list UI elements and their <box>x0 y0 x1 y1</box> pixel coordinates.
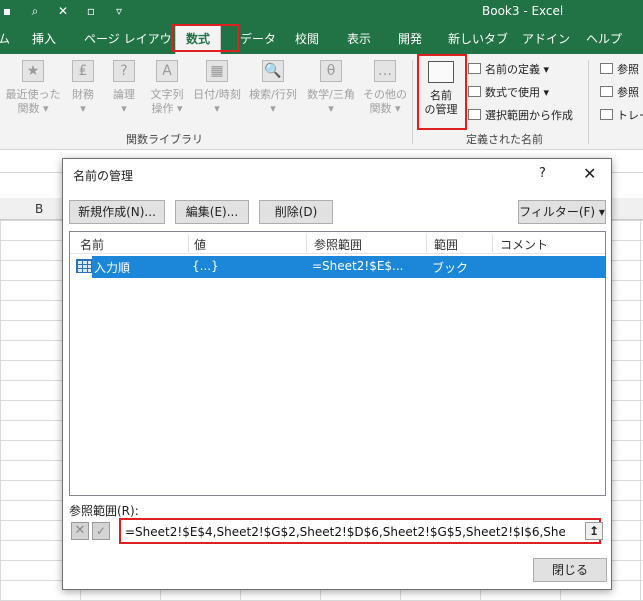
ribbon-tabs: ム 挿入 ページ レイアウト 数式 データ 校閲 表示 開発 新しいタブ アドイ… <box>0 24 643 54</box>
value-cell: {...} <box>192 259 219 273</box>
table-name-icon <box>76 259 92 273</box>
text-button[interactable]: A 文字列 操作 ▾ <box>144 60 190 116</box>
column-header-b[interactable]: B <box>35 202 43 216</box>
delete-name-button[interactable]: 削除(D) <box>259 200 333 224</box>
more-functions-icon: … <box>374 60 396 82</box>
column-value[interactable]: 値 <box>194 236 206 253</box>
text-icon: A <box>156 60 178 82</box>
names-list-header: 名前 値 参照範囲 範囲 コメント <box>70 232 605 254</box>
name-manager-dialog: 名前の管理 ? ✕ 新規作成(N)... 編集(E)... 削除(D) フィルタ… <box>62 158 612 590</box>
function-library-group-label: 関数ライブラリ <box>126 133 203 146</box>
define-name-icon <box>468 63 481 74</box>
new-name-button[interactable]: 新規作成(N)... <box>69 200 165 224</box>
close-button[interactable]: 閉じる <box>533 558 607 582</box>
theta-icon: θ <box>320 60 342 82</box>
create-from-selection-button[interactable]: 選択範囲から作成 <box>468 107 573 123</box>
financial-button[interactable]: ₤ 財務 ▾ <box>64 60 102 116</box>
save-icon[interactable]: ▪ <box>0 3 14 19</box>
window-title: Book3 - Excel <box>482 4 564 18</box>
logical-button[interactable]: ? 論理 ▾ <box>104 60 144 116</box>
scope-cell: ブック <box>432 261 469 275</box>
collapse-dialog-icon[interactable]: ↥ <box>585 522 603 540</box>
ribbon-separator <box>588 60 589 144</box>
use-in-formula-icon <box>468 86 481 97</box>
define-name-button[interactable]: 名前の定義 ▾ <box>468 61 549 77</box>
more-functions-button[interactable]: … その他の 関数 ▾ <box>360 60 410 116</box>
recently-used-button[interactable]: ★ 最近使った 関数 ▾ <box>2 60 64 116</box>
close-icon[interactable]: ✕ <box>583 164 596 183</box>
cancel-edit-icon: ✕ <box>71 522 89 540</box>
trace-dependents-icon <box>600 86 613 97</box>
ribbon-separator <box>412 60 413 144</box>
trace-precedents-icon <box>600 63 613 74</box>
dialog-title: 名前の管理 <box>73 169 134 183</box>
tab-help[interactable]: ヘルプ <box>586 30 622 47</box>
tab-data[interactable]: データ <box>240 30 276 47</box>
list-item[interactable]: 入力順 {...} =Sheet2!$E$... ブック <box>92 256 606 278</box>
tab-page-layout[interactable]: ページ レイアウト <box>84 30 184 47</box>
refers-to-label: 参照範囲(R): <box>69 504 139 518</box>
create-from-selection-icon <box>468 109 481 120</box>
defined-names-group-label: 定義された名前 <box>466 133 543 146</box>
close-file-icon[interactable]: ✕ <box>56 3 70 19</box>
column-name[interactable]: 名前 <box>80 236 104 253</box>
ribbon: ★ 最近使った 関数 ▾ ₤ 財務 ▾ ? 論理 ▾ A 文字列 操作 ▾ ▦ … <box>0 54 643 150</box>
tab-developer[interactable]: 開発 <box>398 30 422 47</box>
tab-home[interactable]: ム <box>0 30 10 47</box>
use-in-formula-button[interactable]: 数式で使用 ▾ <box>468 84 549 100</box>
print-preview-icon[interactable]: ⌕ <box>28 3 42 19</box>
tab-insert[interactable]: 挿入 <box>32 30 56 47</box>
customize-qat-icon[interactable]: ▿ <box>112 3 126 19</box>
remove-arrows-button[interactable]: トレー <box>600 107 643 123</box>
date-time-button[interactable]: ▦ 日付/時刻 ▾ <box>190 60 244 116</box>
column-scope[interactable]: 範囲 <box>434 236 458 253</box>
title-bar: ▪ ⌕ ✕ ▫ ▿ Book3 - Excel <box>0 0 643 24</box>
column-comment[interactable]: コメント <box>500 236 548 253</box>
confirm-edit-icon: ✓ <box>92 522 110 540</box>
name-cell: 入力順 <box>94 261 131 275</box>
math-trig-button[interactable]: θ 数学/三角 ▾ <box>302 60 360 116</box>
refers-to-cell: =Sheet2!$E$... <box>312 259 404 273</box>
formulas-tab-highlight <box>171 24 239 52</box>
tab-new-tab[interactable]: 新しいタブ <box>448 30 508 47</box>
logical-icon: ? <box>113 60 135 82</box>
tab-addins[interactable]: アドイン <box>522 30 570 47</box>
tab-view[interactable]: 表示 <box>347 30 371 47</box>
edit-name-button[interactable]: 編集(E)... <box>175 200 249 224</box>
new-file-icon[interactable]: ▫ <box>84 3 98 19</box>
refers-to-field-highlight: ↥ <box>119 518 603 544</box>
quick-access-toolbar: ▪ ⌕ ✕ ▫ ▿ <box>0 3 126 19</box>
trace-precedents-button[interactable]: 参照 <box>600 61 639 77</box>
lookup-reference-button[interactable]: 🔍 検索/行列 ▾ <box>244 60 302 116</box>
filter-button[interactable]: フィルター(F) ▾ <box>518 200 606 224</box>
financial-icon: ₤ <box>72 60 94 82</box>
name-manager-highlight <box>417 54 467 130</box>
column-refers-to[interactable]: 参照範囲 <box>314 236 362 253</box>
lookup-icon: 🔍 <box>262 60 284 82</box>
star-icon: ★ <box>22 60 44 82</box>
help-icon[interactable]: ? <box>539 166 546 181</box>
remove-arrows-icon <box>600 109 613 120</box>
calendar-icon: ▦ <box>206 60 228 82</box>
trace-dependents-button[interactable]: 参照 <box>600 84 639 100</box>
refers-to-field[interactable] <box>125 523 565 541</box>
tab-review[interactable]: 校閲 <box>295 30 319 47</box>
names-list[interactable]: 名前 値 参照範囲 範囲 コメント 入力順 {...} =Sheet2!$E$.… <box>69 231 606 496</box>
